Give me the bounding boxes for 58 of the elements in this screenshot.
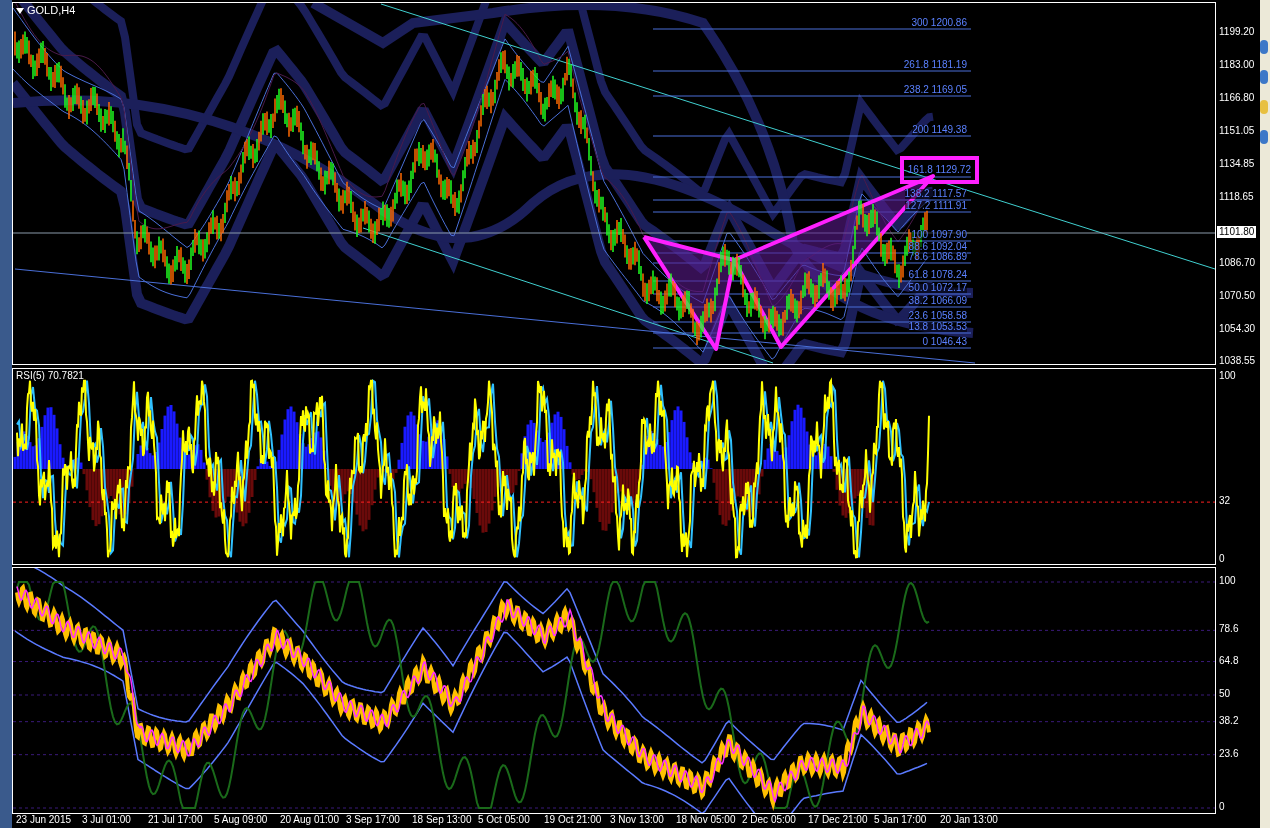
- fib-level-label: 261.8 1181.19: [903, 60, 967, 70]
- oscillator-axis-label: 38.2: [1219, 715, 1239, 726]
- chart-title: GOLD,H4: [27, 5, 76, 16]
- fib-level-label: 23.6 1058.58: [908, 311, 967, 321]
- rsi-axis-label: 0: [1219, 554, 1225, 564]
- toolbar-icon[interactable]: [1260, 130, 1268, 144]
- time-axis-label: 3 Jul 01:00: [82, 815, 131, 825]
- time-axis-label: 21 Jul 17:00: [148, 815, 203, 825]
- oscillator-axis-label: 64.8: [1219, 655, 1239, 666]
- current-price-label: 1101.80: [1217, 226, 1257, 238]
- price-axis-label: 1118.65: [1219, 192, 1254, 202]
- time-axis-label: 5 Aug 09:00: [214, 815, 268, 825]
- rsi-title: RSI(5) 70.7821: [16, 371, 84, 381]
- fib-level-label: 0 1046.43: [922, 337, 967, 347]
- time-axis-label: 23 Jun 2015: [16, 815, 72, 825]
- toolbar-icon[interactable]: [1260, 70, 1268, 84]
- oscillator-axis-label: 23.6: [1219, 748, 1239, 759]
- fib-level-label: 78.6 1086.89: [908, 252, 967, 262]
- price-axis-label: 1054.30: [1219, 324, 1256, 334]
- fib-level-label: 138.2 1117.57: [904, 189, 967, 199]
- time-axis-label: 18 Sep 13:00: [412, 815, 472, 825]
- toolbar-icon[interactable]: [1260, 40, 1268, 54]
- dropdown-triangle-icon: [16, 7, 24, 14]
- price-axis-label: 1134.85: [1219, 159, 1255, 169]
- time-axis-label: 20 Aug 01:00: [280, 815, 339, 825]
- time-axis-label: 5 Oct 05:00: [478, 815, 530, 825]
- time-axis-label: 3 Nov 13:00: [610, 815, 664, 825]
- fib-level-label: 127.2 1111.91: [905, 201, 967, 211]
- rsi-axis-label: 100: [1219, 371, 1236, 381]
- time-axis-label: 5 Jan 17:00: [874, 815, 927, 825]
- fib-level-label: 13.8 1053.53: [908, 322, 967, 332]
- fib-level-label: 161.8 1129.72: [899, 156, 979, 184]
- rsi-axis-label: 32: [1219, 496, 1231, 507]
- fib-level-label: 50.0 1072.17: [908, 283, 967, 293]
- price-axis-label: 1199.20: [1219, 27, 1255, 37]
- price-axis-label: 1183.00: [1219, 60, 1255, 70]
- fib-level-label: 238.2 1169.05: [903, 85, 967, 95]
- fib-level-label: 88.6 1092.04: [908, 242, 967, 252]
- oscillator-axis-label: 50: [1219, 689, 1231, 699]
- oscillator-axis-label: 78.6: [1219, 624, 1239, 635]
- time-axis-label: 19 Oct 21:00: [544, 815, 602, 825]
- price-axis-label: 1038.55: [1219, 356, 1256, 366]
- time-axis-label: 20 Jan 13:00: [940, 815, 998, 825]
- time-axis-label: 18 Nov 05:00: [676, 815, 736, 825]
- price-axis-label: 1166.80: [1219, 93, 1255, 103]
- fib-level-label: 100 1097.90: [911, 230, 967, 240]
- price-axis-label: 1086.70: [1219, 258, 1256, 268]
- time-axis-label: 2 Dec 05:00: [742, 815, 796, 825]
- time-axis-label: 3 Sep 17:00: [346, 815, 400, 825]
- fib-level-label: 200 1149.38: [912, 125, 967, 135]
- oscillator-axis-label: 0: [1219, 802, 1225, 812]
- fib-level-label: 38.2 1066.09: [908, 296, 967, 306]
- oscillator-axis-label: 100: [1219, 576, 1236, 586]
- fib-level-label: 61.8 1078.24: [908, 270, 967, 280]
- price-axis-label: 1151.05: [1219, 126, 1255, 136]
- time-axis-label: 17 Dec 21:00: [808, 815, 868, 825]
- fib-level-label: 300 1200.86: [911, 18, 967, 28]
- price-axis-label: 1070.50: [1219, 291, 1256, 301]
